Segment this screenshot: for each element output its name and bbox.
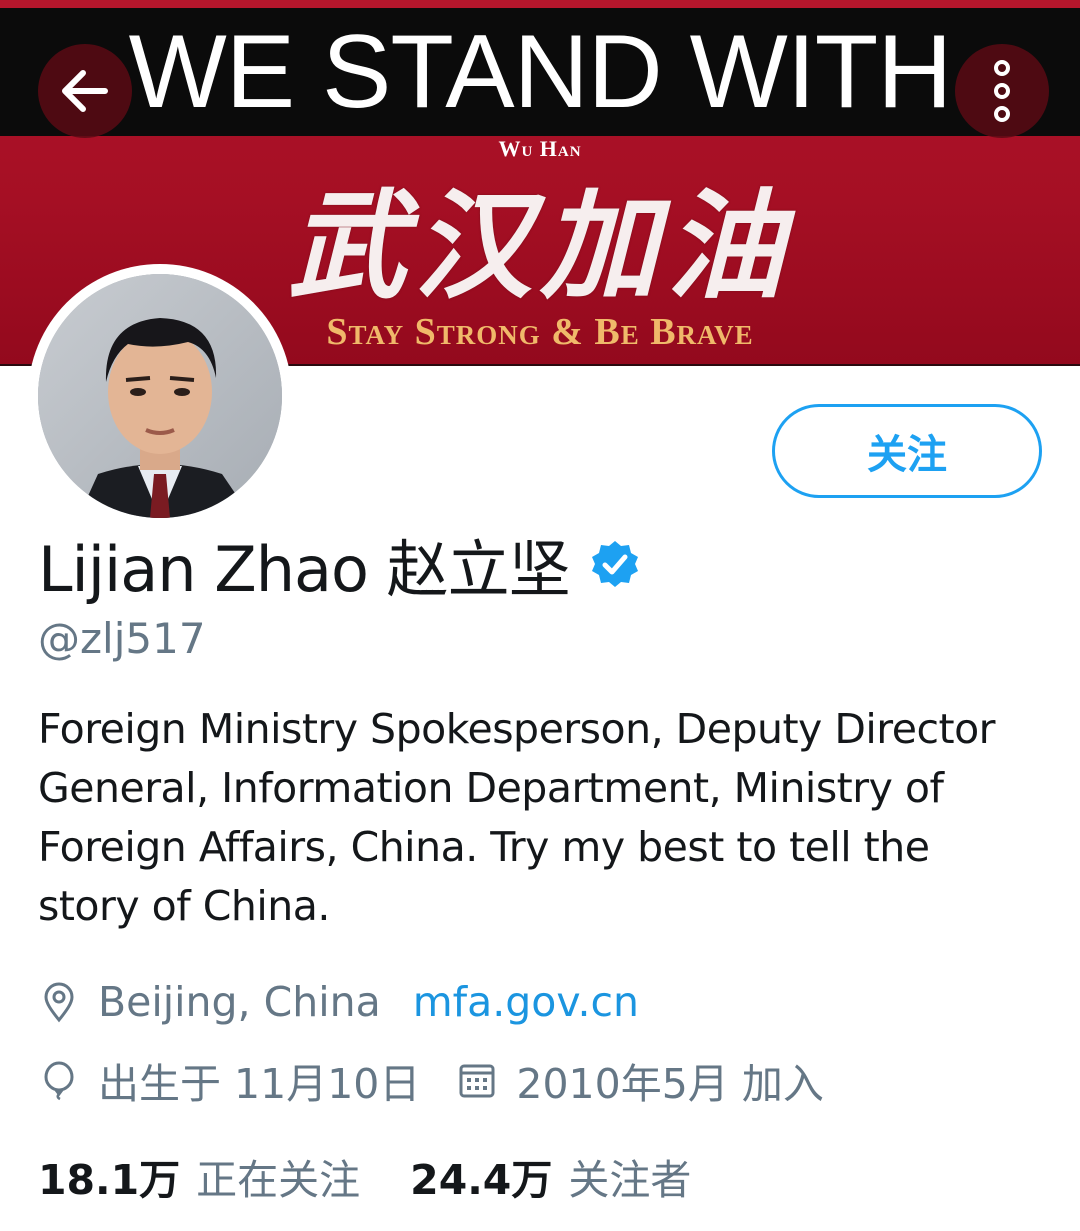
calendar-icon xyxy=(459,1064,495,1098)
bio-line: story of China. xyxy=(38,882,330,930)
profile-page: WE STAND WITH Wu Han 武汉加油 Stay Strong & … xyxy=(0,0,1080,1231)
followers-label: 关注者 xyxy=(568,1156,692,1204)
following-count: 18.1万 xyxy=(38,1156,181,1204)
profile-bio: Foreign Ministry Spokesperson, Deputy Di… xyxy=(38,700,1048,936)
banner-top-stripe xyxy=(0,0,1080,8)
balloon-icon xyxy=(44,1061,74,1101)
back-button[interactable] xyxy=(38,44,132,138)
avatar-photo xyxy=(38,274,282,518)
profile-location: Beijing, China xyxy=(98,978,381,1026)
name-row: Lijian Zhao 赵立坚 xyxy=(38,524,640,606)
banner-headline: WE STAND WITH xyxy=(128,14,953,130)
more-vertical-icon xyxy=(994,60,1010,122)
bio-line: Foreign Ministry Spokesperson, Deputy Di… xyxy=(38,705,996,753)
follow-button[interactable]: 关注 xyxy=(772,404,1042,498)
bio-line: General, Information Department, Ministr… xyxy=(38,764,944,812)
meta-row-dates: 出生于 11月10日 2010年5月 加入 xyxy=(38,1050,824,1110)
profile-birthday: 出生于 11月10日 xyxy=(98,1060,421,1108)
followers-stat[interactable]: 24.4万 关注者 xyxy=(410,1146,691,1206)
meta-row-location: Beijing, China mfa.gov.cn xyxy=(38,972,639,1032)
followers-count: 24.4万 xyxy=(410,1156,553,1204)
follow-stats: 18.1万 正在关注 24.4万 关注者 xyxy=(38,1144,691,1208)
location-pin-icon xyxy=(44,982,74,1023)
bio-line: Foreign Affairs, China. Try my best to t… xyxy=(38,823,930,871)
following-label: 正在关注 xyxy=(196,1156,361,1204)
profile-handle: @zlj517 xyxy=(38,614,206,663)
profile-website-link[interactable]: mfa.gov.cn xyxy=(413,978,639,1026)
more-options-button[interactable] xyxy=(955,44,1049,138)
arrow-left-icon xyxy=(62,70,108,112)
joined-group: 2010年5月 加入 xyxy=(456,1050,824,1110)
profile-joined-date: 2010年5月 加入 xyxy=(516,1060,824,1108)
verified-badge-icon xyxy=(591,541,638,587)
following-stat[interactable]: 18.1万 正在关注 xyxy=(38,1146,360,1206)
display-name: Lijian Zhao 赵立坚 xyxy=(38,533,571,606)
avatar[interactable] xyxy=(28,264,292,528)
